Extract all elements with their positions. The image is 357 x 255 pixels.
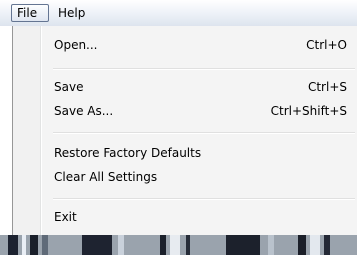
menu-bar: File Help — [0, 0, 357, 27]
background-window-area — [0, 26, 12, 235]
menu-icon-gutter — [13, 26, 41, 235]
menu-item-restore-label: Restore Factory Defaults — [54, 146, 202, 160]
menu-file[interactable]: File — [11, 4, 49, 22]
menu-item-open[interactable]: Open... Ctrl+O — [43, 34, 355, 56]
menu-item-save-as-label: Save As... — [54, 104, 114, 118]
menu-item-save[interactable]: Save Ctrl+S — [43, 76, 355, 98]
bg-stripe — [298, 235, 306, 255]
bg-stripe — [186, 235, 190, 255]
application-window: File Help Open... Ctrl+O Save Ctrl+S Sav… — [0, 0, 357, 255]
bg-stripe — [30, 235, 38, 255]
background-window-strip — [0, 235, 357, 255]
menu-help[interactable]: Help — [52, 4, 92, 22]
menu-item-exit[interactable]: Exit — [43, 206, 355, 228]
menu-separator — [53, 198, 355, 200]
bg-stripe — [22, 235, 26, 255]
menu-item-clear-label: Clear All Settings — [54, 170, 158, 184]
menu-item-clear-all-settings[interactable]: Clear All Settings — [43, 166, 355, 188]
menu-item-save-shortcut: Ctrl+S — [307, 80, 347, 94]
menu-item-exit-label: Exit — [54, 210, 77, 224]
menu-item-open-shortcut: Ctrl+O — [306, 38, 347, 52]
file-menu-dropdown: Open... Ctrl+O Save Ctrl+S Save As... Ct… — [12, 26, 357, 235]
bg-stripe — [170, 235, 180, 255]
bg-stripe — [226, 235, 260, 255]
menu-item-save-as-shortcut: Ctrl+Shift+S — [270, 104, 347, 118]
bg-stripe — [42, 235, 48, 255]
bg-stripe — [268, 235, 274, 255]
menu-gutter-divider — [41, 26, 42, 235]
menu-separator — [53, 132, 355, 134]
menu-item-restore-factory-defaults[interactable]: Restore Factory Defaults — [43, 142, 355, 164]
menu-item-save-label: Save — [54, 80, 84, 94]
menu-separator — [53, 68, 355, 70]
bg-stripe — [310, 235, 320, 255]
bg-stripe — [160, 235, 166, 255]
bg-stripe — [82, 235, 112, 255]
bg-stripe — [118, 235, 124, 255]
bg-stripe — [324, 235, 330, 255]
menu-item-open-label: Open... — [54, 38, 98, 52]
menu-item-save-as[interactable]: Save As... Ctrl+Shift+S — [43, 100, 355, 122]
bg-stripe — [8, 235, 18, 255]
